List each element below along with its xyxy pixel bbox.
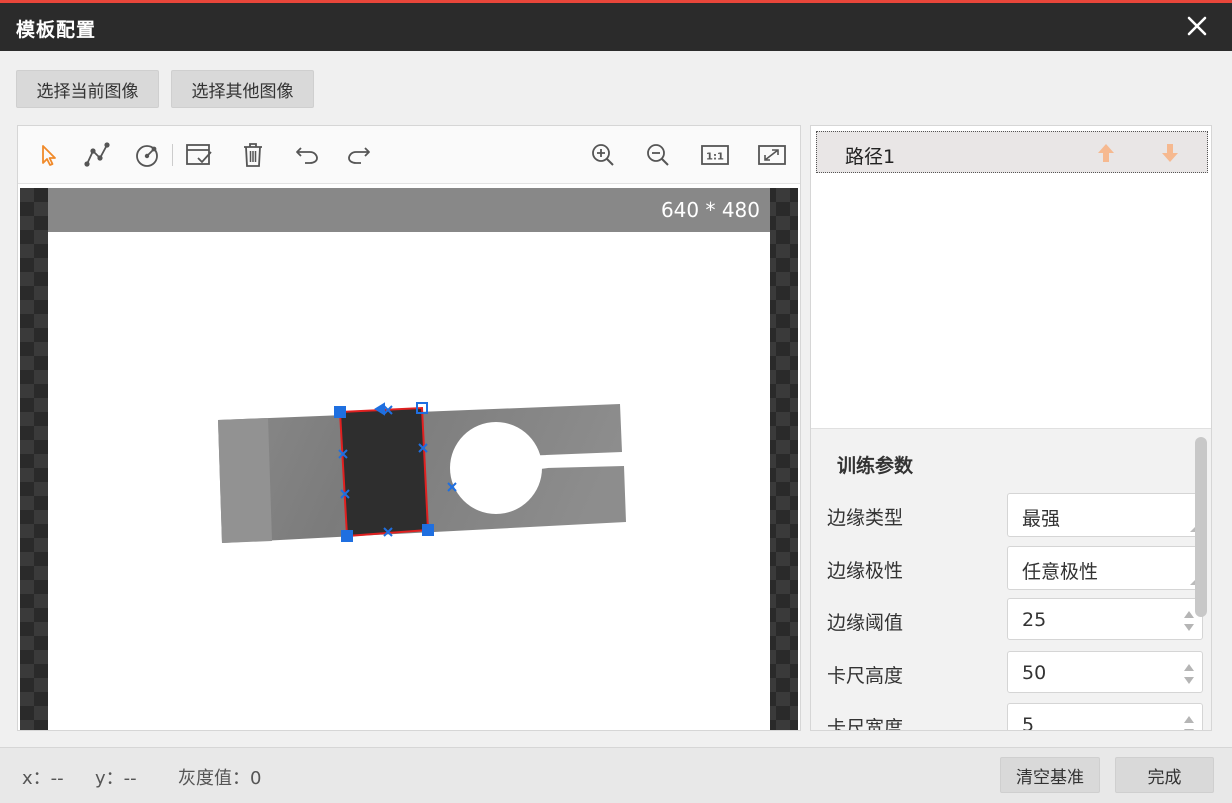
training-params-title: 训练参数	[837, 455, 914, 477]
actual-size-button[interactable]: 1:1	[698, 138, 732, 172]
drawing-toolbar: 1:1	[18, 126, 800, 184]
edge-polarity-dropdown[interactable]: 任意极性	[1007, 546, 1203, 590]
redo-icon	[348, 147, 370, 164]
image-canvas[interactable]	[48, 188, 770, 730]
edge-type-dropdown[interactable]: 最强	[1007, 493, 1203, 537]
select-other-image-button[interactable]: 选择其他图像	[171, 70, 314, 108]
select-arrow-icon	[42, 145, 56, 166]
workpiece-image	[218, 402, 626, 543]
undo-icon	[296, 147, 318, 164]
image-viewport[interactable]: 640 * 480	[20, 188, 798, 730]
close-icon	[1187, 16, 1207, 36]
move-down-button[interactable]	[1159, 142, 1181, 164]
fit-window-button[interactable]	[755, 138, 789, 172]
polyline-tool-button[interactable]	[80, 138, 114, 172]
toolbar-separator	[172, 144, 173, 166]
select-tool-button[interactable]	[32, 138, 66, 172]
move-up-button[interactable]	[1095, 142, 1117, 164]
template-config-dialog: 模板配置 选择当前图像 选择其他图像 1:1 640 * 480 路径1 训练参…	[0, 0, 1232, 803]
resolution-bar: 640 * 480	[48, 188, 770, 232]
caliper-width-value: 5	[1022, 714, 1035, 730]
path-label: 路径1	[845, 146, 896, 168]
zoom-out-button[interactable]	[641, 138, 675, 172]
spin-arrows-icon[interactable]	[1182, 712, 1196, 730]
circle-tool-icon	[136, 145, 158, 167]
zoom-out-icon	[647, 144, 669, 166]
edge-polarity-value: 任意极性	[1022, 561, 1099, 583]
cursor-y-readout: y：--	[95, 768, 137, 789]
caliper-width-label: 卡尺宽度	[827, 717, 904, 730]
side-panel: 路径1 训练参数 边缘类型 最强 边缘极性 任意极性 边缘阈值 25 卡尺高度 …	[810, 125, 1212, 731]
undo-button[interactable]	[290, 138, 324, 172]
caliper-width-spinbox[interactable]: 5	[1007, 703, 1203, 730]
arrow-up-icon	[1098, 144, 1114, 162]
status-footer: x：-- y：-- 灰度值：0 清空基准 完成	[0, 747, 1232, 803]
close-button[interactable]	[1182, 11, 1212, 41]
circle-tool-button[interactable]	[130, 138, 164, 172]
edge-threshold-spinbox[interactable]: 25	[1007, 598, 1203, 640]
canvas-panel: 1:1 640 * 480	[17, 125, 801, 731]
edge-threshold-label: 边缘阈值	[827, 612, 904, 634]
caliper-height-spinbox[interactable]: 50	[1007, 651, 1203, 693]
actual-size-label: 1:1	[706, 152, 724, 163]
edge-type-label: 边缘类型	[827, 507, 904, 529]
polyline-icon	[84, 142, 110, 167]
title-bar: 模板配置	[0, 3, 1232, 51]
arrow-down-icon	[1162, 144, 1178, 162]
select-current-image-button[interactable]: 选择当前图像	[16, 70, 159, 108]
caliper-height-value: 50	[1022, 662, 1047, 684]
dialog-title: 模板配置	[16, 19, 97, 41]
actual-size-icon: 1:1	[701, 145, 729, 165]
zoom-in-button[interactable]	[586, 138, 620, 172]
redo-button[interactable]	[342, 138, 376, 172]
resolution-label: 640 * 480	[660, 198, 760, 222]
edge-polarity-label: 边缘极性	[827, 560, 904, 582]
training-params-section: 训练参数 边缘类型 最强 边缘极性 任意极性 边缘阈值 25 卡尺高度 50 卡…	[811, 428, 1211, 730]
zoom-in-icon	[592, 144, 614, 166]
spin-arrows-icon[interactable]	[1182, 607, 1196, 635]
cursor-x-readout: x：--	[22, 768, 64, 789]
clear-reference-button[interactable]: 清空基准	[1000, 757, 1100, 793]
caliper-height-label: 卡尺高度	[827, 665, 904, 687]
batch-edit-button[interactable]	[182, 138, 216, 172]
batch-check-icon	[186, 144, 212, 165]
done-button[interactable]: 完成	[1115, 757, 1214, 793]
delete-icon	[244, 143, 262, 167]
edge-type-value: 最强	[1022, 508, 1061, 530]
gray-value-readout: 灰度值：0	[178, 768, 262, 789]
edge-threshold-value: 25	[1022, 609, 1047, 631]
fit-window-icon	[758, 145, 786, 165]
path-list-item[interactable]: 路径1	[816, 131, 1208, 173]
delete-button[interactable]	[236, 138, 270, 172]
spin-arrows-icon[interactable]	[1182, 660, 1196, 688]
params-scrollbar[interactable]	[1195, 437, 1207, 617]
